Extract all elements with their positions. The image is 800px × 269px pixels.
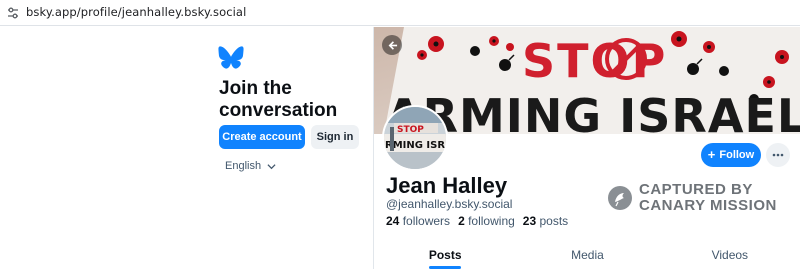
following-count: 2 <box>458 214 465 228</box>
butterfly-icon[interactable] <box>218 46 244 69</box>
avatar[interactable]: STOP RMING ISRAE <box>382 105 448 171</box>
watermark-line1: CAPTURED BY <box>639 181 753 198</box>
language-label: English <box>225 160 262 172</box>
follow-button[interactable]: + Follow <box>701 143 761 167</box>
posts-count: 23 <box>522 214 537 228</box>
sign-in-button[interactable]: Sign in <box>311 125 359 149</box>
followers-label: followers <box>402 214 451 228</box>
join-heading: Join the conversation <box>219 78 338 121</box>
profile-tabs: Posts Media Videos <box>374 241 800 269</box>
create-account-button[interactable]: Create account <box>219 125 305 149</box>
plus-icon: + <box>707 147 716 162</box>
posts-stat: 23 posts <box>523 214 568 228</box>
watermark-line2: CANARY MISSION <box>639 197 777 214</box>
tab-posts[interactable]: Posts <box>374 241 516 269</box>
ellipsis-icon <box>772 153 784 157</box>
browser-address-bar[interactable]: bsky.app/profile/jeanhalley.bsky.social <box>0 0 800 26</box>
profile-column: STOP ARMING ISRAEL STOP RMING ISRAE + Fo… <box>373 27 800 269</box>
tab-videos[interactable]: Videos <box>659 241 800 269</box>
language-select[interactable]: English <box>225 160 276 172</box>
follow-label: Follow <box>719 149 755 161</box>
following-label: following <box>468 214 515 228</box>
display-name: Jean Halley <box>386 173 508 198</box>
followers-stat[interactable]: 24 followers <box>386 214 450 228</box>
posts-label: posts <box>539 214 569 228</box>
tune-icon[interactable] <box>6 6 20 20</box>
avatar-image: STOP RMING ISRAE <box>384 107 446 169</box>
followers-count: 24 <box>386 214 400 228</box>
url-text[interactable]: bsky.app/profile/jeanhalley.bsky.social <box>26 5 246 19</box>
banner-arming-text: ARMING ISRAEL <box>386 89 800 134</box>
back-button[interactable] <box>382 35 402 55</box>
following-stat[interactable]: 2 following <box>458 214 515 228</box>
profile-stats: 24 followers 2 following 23 posts <box>386 214 568 228</box>
canary-logo-icon <box>608 186 632 210</box>
arrow-left-icon <box>388 40 397 50</box>
more-options-button[interactable] <box>766 143 790 167</box>
avatar-stop-text: STOP <box>397 125 424 135</box>
tab-media[interactable]: Media <box>516 241 658 269</box>
profile-handle: @jeanhalley.bsky.social <box>386 197 513 211</box>
chevron-down-icon <box>267 163 276 169</box>
avatar-arming-text: RMING ISRAE <box>385 140 446 151</box>
canary-mission-watermark: CAPTURED BY CANARY MISSION <box>607 182 777 214</box>
